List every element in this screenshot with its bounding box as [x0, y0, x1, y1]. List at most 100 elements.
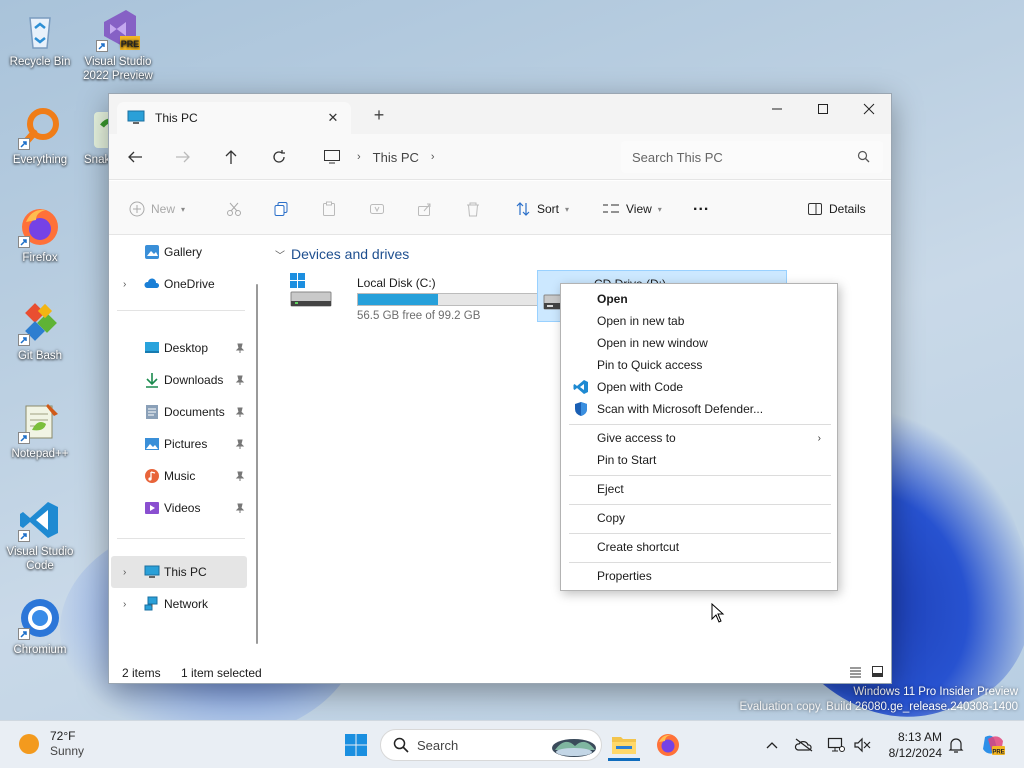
details-view-icon[interactable] — [849, 666, 862, 678]
sidebar-item-videos[interactable]: Videos — [111, 492, 247, 524]
drive-local-disk-c[interactable]: Local Disk (C:) 56.5 GB free of 99.2 GB — [287, 270, 545, 322]
delete-button[interactable] — [465, 198, 481, 220]
chevron-right-icon[interactable]: › — [123, 279, 126, 290]
details-pane-button[interactable]: Details — [807, 198, 866, 220]
sidebar-item-music[interactable]: Music — [111, 460, 247, 492]
menu-item-copy[interactable]: Copy — [565, 507, 833, 529]
volume-tray-button[interactable] — [852, 735, 872, 755]
pin-icon[interactable] — [235, 375, 245, 385]
desktop-icon-notepad-plus-plus[interactable]: Notepad++ — [0, 400, 80, 461]
menu-item-pin-quick-access[interactable]: Pin to Quick access — [565, 354, 833, 376]
close-window-button[interactable] — [846, 94, 892, 124]
sidebar-item-downloads[interactable]: Downloads — [111, 364, 247, 396]
menu-item-open[interactable]: Open — [565, 288, 833, 310]
share-button[interactable] — [417, 198, 433, 220]
new-button[interactable]: New ▾ — [129, 198, 185, 220]
up-arrow-icon — [225, 150, 237, 164]
rename-button[interactable] — [369, 198, 385, 220]
sidebar-item-onedrive[interactable]: › OneDrive — [111, 268, 247, 300]
menu-item-open-new-window[interactable]: Open in new window — [565, 332, 833, 354]
videos-icon — [145, 502, 159, 514]
sort-button[interactable]: Sort ▾ — [515, 198, 569, 220]
menu-separator — [569, 562, 831, 563]
title-bar: This PC ✕ + — [109, 94, 891, 134]
minimize-button[interactable] — [754, 94, 800, 124]
pin-icon[interactable] — [235, 471, 245, 481]
up-button[interactable] — [219, 146, 243, 168]
onedrive-tray-button[interactable] — [794, 735, 814, 755]
desktop-icon-visual-studio[interactable]: PRE Visual Studio 2022 Preview — [78, 8, 158, 83]
copilot-button[interactable]: PRE — [980, 732, 1006, 758]
menu-item-give-access[interactable]: Give access to › — [565, 427, 833, 449]
sidebar-item-this-pc[interactable]: › This PC — [111, 556, 247, 588]
menu-item-label: Copy — [597, 511, 626, 525]
pin-icon[interactable] — [235, 503, 245, 513]
start-button[interactable] — [340, 729, 372, 761]
menu-item-pin-to-start[interactable]: Pin to Start — [565, 449, 833, 471]
pin-icon[interactable] — [235, 343, 245, 353]
cut-button[interactable] — [226, 198, 242, 220]
minimize-icon — [772, 108, 782, 110]
desktop-icon-firefox[interactable]: Firefox — [0, 204, 80, 265]
copy-button[interactable] — [273, 198, 289, 220]
sidebar-item-label: OneDrive — [164, 277, 215, 291]
new-tab-button[interactable]: + — [369, 106, 389, 126]
watermark-line1: Windows 11 Pro Insider Preview — [853, 686, 1018, 698]
pin-icon[interactable] — [235, 407, 245, 417]
clock-time: 8:13 AM — [897, 730, 942, 744]
refresh-button[interactable] — [267, 146, 291, 168]
menu-item-create-shortcut[interactable]: Create shortcut — [565, 536, 833, 558]
menu-item-scan-defender[interactable]: Scan with Microsoft Defender... — [565, 398, 833, 420]
onedrive-cloud-icon — [144, 278, 160, 288]
shortcut-arrow-icon — [18, 138, 30, 150]
desktop-icon-recycle-bin[interactable]: Recycle Bin — [0, 8, 80, 69]
chevron-right-icon[interactable]: › — [431, 151, 435, 163]
sidebar-item-documents[interactable]: Documents — [111, 396, 247, 428]
show-hidden-icons-button[interactable] — [762, 735, 782, 755]
close-tab-icon[interactable]: ✕ — [325, 110, 341, 126]
chevron-down-icon: ▾ — [181, 204, 186, 214]
menu-item-eject[interactable]: Eject — [565, 478, 833, 500]
chevron-right-icon[interactable]: › — [123, 599, 126, 610]
sidebar-item-gallery[interactable]: Gallery — [111, 236, 247, 268]
sidebar-scrollbar[interactable] — [256, 284, 258, 644]
tab-this-pc[interactable]: This PC ✕ — [117, 102, 351, 134]
menu-item-properties[interactable]: Properties — [565, 565, 833, 587]
desktop-icon-git-bash[interactable]: Git Bash — [0, 302, 80, 363]
copy-icon — [274, 202, 288, 216]
vscode-icon — [573, 380, 588, 394]
view-button[interactable]: View ▾ — [602, 198, 662, 220]
group-header-devices[interactable]: ﹀ Devices and drives — [275, 246, 409, 262]
desktop-icon-vscode[interactable]: Visual Studio Code — [0, 498, 80, 573]
sidebar-divider — [117, 538, 245, 539]
firefox-icon — [657, 734, 679, 756]
sidebar-item-network[interactable]: › Network — [111, 588, 247, 620]
desktop-icon-label: Chromium — [13, 644, 67, 656]
desktop-icon-chromium[interactable]: Chromium — [0, 596, 80, 657]
chevron-right-icon[interactable]: › — [123, 567, 126, 578]
taskbar-firefox[interactable] — [652, 729, 684, 761]
breadcrumb-this-pc[interactable]: This PC — [373, 150, 419, 165]
network-tray-button[interactable] — [826, 735, 846, 755]
clock[interactable]: 8:13 AM 8/12/2024 — [880, 729, 942, 761]
menu-item-open-with-code[interactable]: Open with Code — [565, 376, 833, 398]
address-bar[interactable]: › This PC › — [309, 141, 611, 173]
desktop-icon-everything[interactable]: Everything — [0, 106, 80, 167]
paste-button[interactable] — [321, 198, 337, 220]
maximize-button[interactable] — [800, 94, 846, 124]
back-button[interactable] — [123, 146, 147, 168]
notifications-button[interactable] — [946, 735, 966, 755]
pin-icon[interactable] — [235, 439, 245, 449]
forward-button[interactable] — [171, 146, 195, 168]
menu-item-open-new-tab[interactable]: Open in new tab — [565, 310, 833, 332]
taskbar-search[interactable]: Search — [380, 729, 602, 761]
weather-widget[interactable]: 72°F Sunny — [18, 729, 84, 759]
plus-circle-icon — [129, 201, 145, 217]
sidebar-item-pictures[interactable]: Pictures — [111, 428, 247, 460]
taskbar-file-explorer[interactable] — [608, 729, 640, 761]
large-icons-view-icon[interactable] — [871, 665, 884, 678]
pictures-icon — [145, 438, 159, 450]
sidebar-item-desktop[interactable]: Desktop — [111, 332, 247, 364]
more-options-button[interactable]: ... — [693, 195, 709, 217]
search-box[interactable]: Search This PC — [621, 141, 883, 173]
